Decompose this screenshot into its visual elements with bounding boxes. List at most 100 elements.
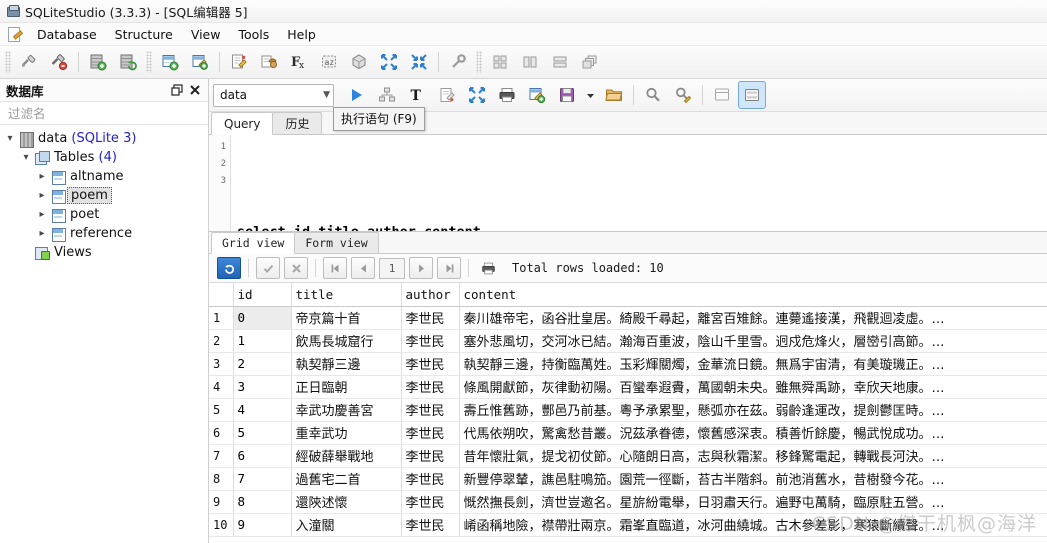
table-row[interactable]: 1 0 帝京篇十首 李世民 秦川雄帝宅，函谷壯皇居。綺殿千尋起，離宮百雉餘。連薨… [209, 306, 1047, 330]
sql-code-text[interactable]: select id,title,author,content from poem… [231, 135, 1047, 231]
menu-database[interactable]: Database [28, 24, 106, 45]
import-icon[interactable] [255, 48, 283, 76]
toolbar-grip-2[interactable] [146, 51, 152, 73]
cell-author[interactable]: 李世民 [401, 398, 460, 422]
table-row[interactable]: 6 5 重幸武功 李世民 代馬依朔吹，驚禽愁昔叢。況茲承眷德，懷舊感深衷。積善忻… [209, 421, 1047, 445]
cell-content[interactable]: 執契靜三邊，持衡臨萬姓。玉彩輝關燭，金華流日鏡。無爲宇宙清，有美璇璣正。… [459, 352, 1047, 376]
tree-node-altname[interactable]: ▸ altname [0, 167, 208, 186]
cell-id[interactable]: 1 [233, 329, 292, 353]
next-page-icon[interactable] [409, 257, 433, 279]
last-page-icon[interactable] [437, 257, 461, 279]
open-sql-icon[interactable] [600, 81, 628, 109]
cell-author[interactable]: 李世民 [401, 467, 460, 491]
find-icon[interactable] [639, 81, 667, 109]
chevron-down-icon[interactable]: ▾ [18, 148, 34, 167]
cell-id[interactable]: 4 [233, 398, 292, 422]
page-number-input[interactable]: 1 [379, 257, 405, 279]
cell-author[interactable]: 李世民 [401, 490, 460, 514]
menu-tools[interactable]: Tools [229, 24, 278, 45]
tree-node-tables[interactable]: ▾ Tables (4) [0, 148, 208, 167]
cell-author[interactable]: 李世民 [401, 375, 460, 399]
previous-page-icon[interactable] [351, 257, 375, 279]
chevron-right-icon[interactable]: ▸ [34, 224, 50, 243]
cell-content[interactable]: 壽丘惟舊跡，酆邑乃前基。粵予承累聖，懸弧亦在茲。弱齡逢運改，提劍鬱匡時。… [459, 398, 1047, 422]
table-row[interactable]: 7 6 經破薛舉戰地 李世民 昔年懷壯氣，提戈初仗節。心隨朗日高，志與秋霜潔。移… [209, 444, 1047, 468]
cell-author[interactable]: 李世民 [401, 513, 460, 537]
filter-input[interactable] [6, 104, 202, 122]
cell-author[interactable]: 李世民 [401, 352, 460, 376]
tab-form-view[interactable]: Form view [294, 232, 379, 253]
first-page-icon[interactable] [323, 257, 347, 279]
database-selector[interactable]: data ▼ [213, 83, 334, 107]
menu-view[interactable]: View [182, 24, 230, 45]
connect-database-icon[interactable] [15, 48, 43, 76]
cell-author[interactable]: 李世民 [401, 421, 460, 445]
cell-id[interactable]: 6 [233, 444, 292, 468]
refresh-database-icon[interactable] [114, 48, 142, 76]
chevron-right-icon[interactable]: ▸ [34, 167, 50, 186]
configure-icon[interactable] [444, 48, 472, 76]
commit-icon[interactable] [256, 257, 280, 279]
cell-title[interactable]: 飲馬長城窟行 [291, 329, 402, 353]
extension-icon[interactable] [345, 48, 373, 76]
cascade-windows-icon[interactable] [576, 48, 604, 76]
toolbar-grip-3[interactable] [476, 51, 482, 73]
cell-title[interactable]: 重幸武功 [291, 421, 402, 445]
results-grid-wrapper[interactable]: id title author content 1 0 帝京篇十首 李世民 秦川 [209, 283, 1047, 543]
cell-content[interactable]: 塞外悲風切，交河冰已結。瀚海百重波，陰山千里雪。迥戍危烽火，層巒引高節。… [459, 329, 1047, 353]
tile-horizontal-icon[interactable] [546, 48, 574, 76]
cell-content[interactable]: 昔年懷壯氣，提戈初仗節。心隨朗日高，志與秋霜潔。移鋒驚電起，轉戰長河決。… [459, 444, 1047, 468]
edit-table-icon[interactable] [186, 48, 214, 76]
cell-content[interactable]: 秦川雄帝宅，函谷壯皇居。綺殿千尋起，離宮百雉餘。連薨遙接漢，飛觀迴凌虛。… [459, 306, 1047, 330]
explain-query-icon[interactable] [373, 81, 401, 109]
cell-id[interactable]: 8 [233, 490, 292, 514]
cell-title[interactable]: 經破薛舉戰地 [291, 444, 402, 468]
save-sql-icon[interactable] [553, 81, 581, 109]
disconnect-database-icon[interactable] [45, 48, 73, 76]
rollback-icon[interactable] [284, 257, 308, 279]
expand-all-icon[interactable] [405, 48, 433, 76]
tab-query[interactable]: Query [211, 112, 274, 135]
function-editor-icon[interactable]: F x [285, 48, 313, 76]
cell-id[interactable]: 9 [233, 513, 292, 537]
cell-title[interactable]: 正日臨朝 [291, 375, 402, 399]
tab-history[interactable]: 历史 [272, 112, 323, 134]
toolbar-grip[interactable] [5, 51, 11, 73]
column-header-author[interactable]: author [401, 283, 460, 307]
column-header-content[interactable]: content [459, 283, 1047, 307]
chevron-down-icon[interactable]: ▾ [2, 129, 18, 148]
cell-content[interactable]: 崤函稱地險，襟帶壯兩京。霜峯直臨道，冰河曲繞城。古木參差影，寒猿斷續聲。… [459, 513, 1047, 537]
cell-content[interactable]: 條風開獻節，灰律動初陽。百蠻奉遐賮，萬國朝未央。雖無舜禹跡，幸欣天地康。… [459, 375, 1047, 399]
cell-title[interactable]: 入潼關 [291, 513, 402, 537]
export-results-icon[interactable] [523, 81, 551, 109]
split-view-icon[interactable] [738, 81, 766, 109]
menu-help[interactable]: Help [278, 24, 325, 45]
chevron-down-icon[interactable]: ▼ [323, 90, 330, 100]
clear-editor-icon[interactable] [433, 81, 461, 109]
tree-node-poem[interactable]: ▸ poem [0, 186, 208, 205]
collation-editor-icon[interactable]: az [315, 48, 343, 76]
table-row[interactable]: 9 8 還陝述懷 李世民 慨然撫長劍，濟世豈邀名。星旂紛電舉，日羽肅天行。遍野屯… [209, 490, 1047, 514]
refresh-results-icon[interactable] [217, 257, 241, 279]
add-database-icon[interactable] [84, 48, 112, 76]
close-icon[interactable] [186, 81, 204, 99]
cell-content[interactable]: 代馬依朔吹，驚禽愁昔叢。況茲承眷德，懷舊感深衷。積善忻餘慶，暢武悅成功。… [459, 421, 1047, 445]
cell-content[interactable]: 慨然撫長劍，濟世豈邀名。星旂紛電舉，日羽肅天行。遍野屯萬騎，臨原駐五營。… [459, 490, 1047, 514]
tree-node-reference[interactable]: ▸ reference [0, 224, 208, 243]
cell-id[interactable]: 0 [233, 306, 292, 330]
cell-title[interactable]: 執契靜三邊 [291, 352, 402, 376]
tab-grid-view[interactable]: Grid view [211, 232, 296, 254]
column-header-title[interactable]: title [291, 283, 402, 307]
cell-content[interactable]: 新豐停翠輦，譙邑駐鳴笳。園荒一徑斷，苔古半階斜。前池消舊水，昔樹發今花。… [459, 467, 1047, 491]
table-row[interactable]: 8 7 過舊宅二首 李世民 新豐停翠輦，譙邑駐鳴笳。園荒一徑斷，苔古半階斜。前池… [209, 467, 1047, 491]
cell-id[interactable]: 2 [233, 352, 292, 376]
window-mode-icon[interactable] [708, 81, 736, 109]
cell-id[interactable]: 5 [233, 421, 292, 445]
cell-title[interactable]: 帝京篇十首 [291, 306, 402, 330]
table-row[interactable]: 2 1 飲馬長城窟行 李世民 塞外悲風切，交河冰已結。瀚海百重波，陰山千里雪。迥… [209, 329, 1047, 353]
tree-node-views[interactable]: Views [0, 243, 208, 262]
table-row[interactable]: 4 3 正日臨朝 李世民 條風開獻節，灰律動初陽。百蠻奉遐賮，萬國朝未央。雖無舜… [209, 375, 1047, 399]
table-row[interactable]: 10 9 入潼關 李世民 崤函稱地險，襟帶壯兩京。霜峯直臨道，冰河曲繞城。古木參… [209, 513, 1047, 537]
collapse-all-icon[interactable] [375, 48, 403, 76]
chevron-right-icon[interactable]: ▸ [34, 186, 50, 205]
